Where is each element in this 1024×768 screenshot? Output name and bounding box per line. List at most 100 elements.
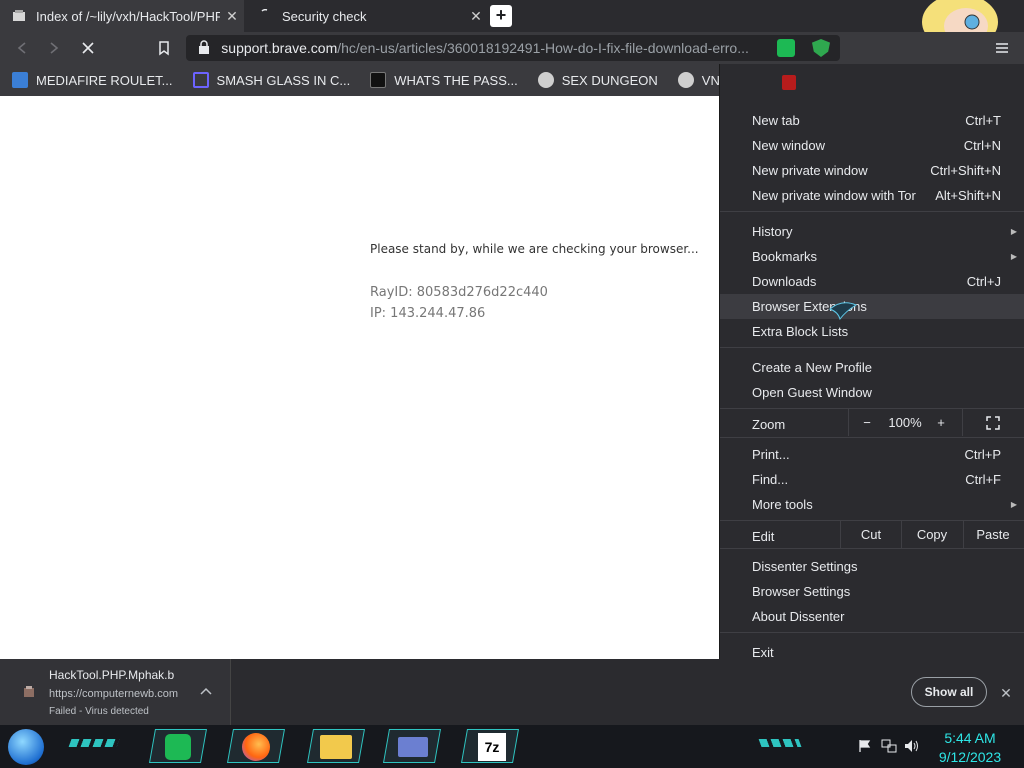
spotify-icon	[165, 734, 191, 760]
bookmark-mediafire[interactable]: MEDIAFIRE ROULET...	[12, 72, 173, 88]
menu-more-tools[interactable]: More tools ▶	[720, 492, 1024, 517]
menu-extra-block-lists[interactable]: Extra Block Lists	[720, 319, 1024, 344]
menu-new-tab[interactable]: New tab Ctrl+T	[720, 108, 1024, 133]
menu-separator	[720, 520, 1024, 521]
menu-label: New tab	[752, 113, 800, 128]
menu-print[interactable]: Print... Ctrl+P	[720, 442, 1024, 467]
menu-bookmarks[interactable]: Bookmarks ▶	[720, 244, 1024, 269]
menu-new-window[interactable]: New window Ctrl+N	[720, 133, 1024, 158]
menu-label: New private window with Tor	[752, 188, 916, 203]
close-tab-icon[interactable]: ✕	[464, 8, 488, 25]
menu-shortcut: Ctrl+J	[966, 274, 1001, 289]
bookmark-label: WHATS THE PASS...	[394, 72, 518, 88]
zoom-out-button[interactable]: −	[858, 415, 876, 430]
menu-separator	[720, 211, 1024, 212]
url-host: support.brave.com	[221, 40, 338, 56]
close-tab-icon[interactable]: ✕	[220, 8, 244, 25]
bookmark-label: SMASH GLASS IN C...	[216, 72, 351, 88]
menu-icon[interactable]	[992, 38, 1012, 58]
stop-icon[interactable]	[78, 38, 98, 58]
menu-label: Create a New Profile	[752, 360, 872, 375]
menu-downloads[interactable]: Downloads Ctrl+J	[720, 269, 1024, 294]
page-favicon-icon	[12, 9, 26, 23]
menu-browser-settings[interactable]: Browser Settings	[720, 579, 1024, 604]
tab-index[interactable]: Index of /~lily/vxh/HackTool/PHP/ ✕	[0, 0, 244, 32]
mediafire-icon	[12, 72, 28, 88]
taskbar: 7z 5:44 AM 9/12/2023	[0, 725, 1024, 768]
tab-security-check[interactable]: Security check ✕	[244, 0, 488, 32]
ublock-icon[interactable]	[782, 75, 796, 90]
clock-time[interactable]: 5:44 AM	[930, 730, 1010, 746]
app-menu: New tab Ctrl+T New window Ctrl+N New pri…	[719, 64, 1024, 668]
menu-label: Bookmarks	[752, 249, 818, 264]
menu-label: Exit	[752, 645, 774, 660]
chevron-up-icon[interactable]	[198, 683, 214, 699]
sigma-icon	[192, 72, 209, 88]
menu-label: Open Guest Window	[752, 385, 872, 400]
menu-dissenter-settings[interactable]: Dissenter Settings	[720, 554, 1024, 579]
back-icon[interactable]	[12, 38, 32, 58]
menu-history[interactable]: History ▶	[720, 219, 1024, 244]
new-tab-button[interactable]: +	[490, 5, 512, 27]
bookmark-icon[interactable]	[154, 38, 174, 58]
menu-about[interactable]: About Dissenter	[720, 604, 1024, 629]
bookmark-smash-glass[interactable]: SMASH GLASS IN C...	[192, 72, 351, 88]
clock-date[interactable]: 9/12/2023	[930, 749, 1010, 765]
ip-address: IP: 143.244.47.86	[370, 306, 486, 321]
volume-icon[interactable]	[904, 739, 920, 753]
folder-icon	[320, 735, 352, 759]
fullscreen-icon[interactable]	[983, 415, 1003, 434]
submenu-arrow-icon: ▶	[1010, 227, 1017, 236]
menu-label: Browser Settings	[752, 584, 851, 599]
taskbar-decoration	[68, 739, 120, 747]
ray-id: RayID: 80583d276d22c440	[370, 285, 548, 300]
menu-shortcut: Alt+Shift+N	[935, 188, 1001, 203]
toolbar: support.brave.com /hc/en-us/articles/360…	[0, 32, 1024, 64]
paste-button[interactable]: Paste	[964, 527, 1022, 542]
menu-label: More tools	[752, 497, 813, 512]
bookmark-sex-dungeon[interactable]: SEX DUNGEON	[537, 72, 658, 88]
download-source: https://computernewb.com	[49, 688, 179, 700]
menu-new-tor-window[interactable]: New private window with Tor Alt+Shift+N	[720, 183, 1024, 208]
loading-icon	[258, 8, 272, 23]
address-bar[interactable]: support.brave.com /hc/en-us/articles/360…	[186, 35, 840, 61]
tab-title: Security check	[282, 8, 367, 24]
menu-label: Zoom	[752, 416, 786, 432]
menu-new-private-window[interactable]: New private window Ctrl+Shift+N	[720, 158, 1024, 183]
menu-label: Dissenter Settings	[752, 559, 858, 574]
forward-icon[interactable]	[44, 38, 64, 58]
firefox-icon	[242, 733, 270, 761]
menu-separator	[720, 632, 1024, 633]
menu-separator	[720, 437, 1024, 438]
download-file-icon	[22, 685, 36, 699]
close-download-bar-icon[interactable]: ✕	[996, 683, 1016, 703]
taskbar-decoration	[758, 739, 802, 747]
cut-button[interactable]: Cut	[841, 527, 901, 542]
menu-shortcut: Ctrl+F	[965, 472, 1001, 487]
menu-label: Browser Extensions	[752, 299, 867, 314]
bookmark-label: MEDIAFIRE ROULET...	[36, 72, 173, 88]
copy-button[interactable]: Copy	[902, 527, 962, 542]
menu-label: History	[752, 224, 793, 239]
flag-icon[interactable]	[858, 739, 872, 753]
lock-icon	[198, 39, 211, 57]
start-button[interactable]	[8, 729, 44, 765]
tab-strip: Index of /~lily/vxh/HackTool/PHP/ ✕ Secu…	[0, 0, 1024, 50]
show-all-button[interactable]: Show all	[911, 677, 987, 707]
terminal-icon	[370, 72, 387, 88]
menu-label: Extra Block Lists	[752, 324, 849, 339]
network-icon[interactable]	[881, 739, 897, 753]
menu-separator	[720, 408, 1024, 409]
zoom-in-button[interactable]: +	[932, 415, 950, 430]
menu-shortcut: Ctrl+Shift+N	[930, 163, 1001, 178]
menu-find[interactable]: Find... Ctrl+F	[720, 467, 1024, 492]
menu-guest-window[interactable]: Open Guest Window	[720, 380, 1024, 405]
menu-browser-extensions[interactable]: Browser Extensions	[720, 294, 1024, 319]
menu-shortcut: Ctrl+P	[964, 447, 1001, 462]
menu-create-profile[interactable]: Create a New Profile	[720, 355, 1024, 380]
bookmark-whats-the-pass[interactable]: WHATS THE PASS...	[370, 72, 518, 88]
menu-label: New window	[752, 138, 825, 153]
download-item[interactable]: HackTool.PHP.Mphak.b https://computernew…	[0, 659, 231, 725]
mouse-cursor-icon	[828, 297, 858, 321]
spotify-extension-icon[interactable]	[777, 39, 795, 57]
